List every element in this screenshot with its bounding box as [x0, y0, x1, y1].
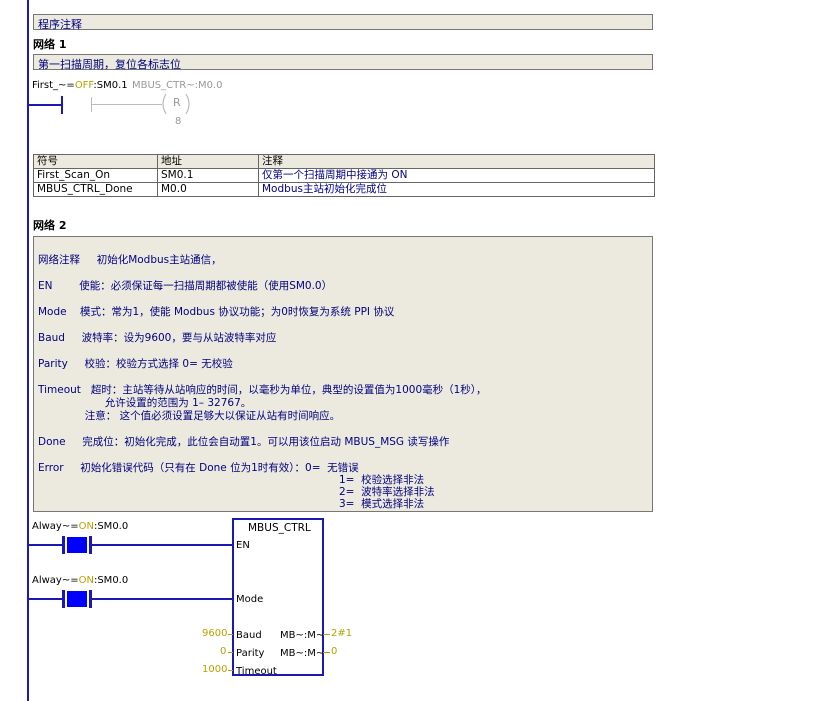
done-stub	[323, 634, 330, 635]
n2-contact2-address: :SM0.0	[93, 575, 129, 586]
n1-contact-symbol: First_~=	[32, 80, 75, 91]
out-error: MB~:M~	[280, 648, 325, 659]
n1-contact-nc-bar[interactable]	[61, 96, 63, 114]
parity-value[interactable]: 0	[220, 646, 226, 657]
n2-contact2[interactable]	[62, 590, 92, 608]
n2-contact1-operand[interactable]: Alway~=ON:SM0.0	[32, 521, 128, 532]
network-1-label[interactable]: 网络 1	[33, 36, 66, 52]
n1-coil-operand[interactable]: MBUS_CTR~:M0.0	[132, 80, 222, 91]
network-2-label[interactable]: 网络 2	[33, 217, 66, 233]
pin-mode: Mode	[236, 594, 264, 605]
table-row[interactable]: MBUS_CTRL_Done M0.0 Modbus主站初始化完成位	[33, 182, 655, 197]
pin-parity: Parity	[236, 648, 265, 659]
network-1-comment-text: 第一扫描周期，复位各标志位	[38, 58, 181, 71]
comment-col-header: 注释	[258, 154, 655, 169]
n1-coil-count: 8	[175, 116, 182, 127]
n2-rung2-wire-right	[92, 598, 233, 600]
pin-baud: Baud	[236, 630, 262, 641]
note-line: Done 完成位：初始化完成，此位会自动置1。可以用该位启动 MBUS_MSG …	[38, 436, 450, 448]
program-comment[interactable]: 程序注释	[33, 14, 653, 31]
symbol-cell: MBUS_CTRL_Done	[33, 182, 158, 197]
out-done: MB~:M~	[280, 630, 325, 641]
pin-timeout: Timeout	[236, 666, 277, 677]
baud-value[interactable]: 9600	[202, 628, 227, 639]
n2-contact1-symbol: Alway~=	[32, 521, 79, 532]
n2-rung1-wire-left	[29, 544, 63, 546]
n1-wire-stub	[91, 97, 92, 112]
n1-coil-wire	[92, 104, 162, 105]
note-line: 网络注释 初始化Modbus主站通信，	[38, 254, 222, 266]
note-line: Error 初始化错误代码（只有在 Done 位为1时有效）：0= 无错误	[38, 462, 359, 474]
block-title: MBUS_CTRL	[248, 522, 311, 534]
baud-stub	[228, 634, 233, 635]
network-1-comment[interactable]: 第一扫描周期，复位各标志位	[33, 54, 653, 71]
table-row[interactable]: First_Scan_On SM0.1 仅第一个扫描周期中接通为 ON	[33, 168, 655, 183]
n2-rung2-wire-left	[29, 598, 63, 600]
mbus-ctrl-block[interactable]: MBUS_CTRL EN Mode Baud Parity Timeout MB…	[232, 518, 325, 677]
done-value[interactable]: 2#1	[331, 628, 352, 639]
parity-stub	[228, 652, 233, 653]
address-cell: M0.0	[157, 182, 259, 197]
timeout-value[interactable]: 1000	[202, 664, 227, 675]
comment-cell: 仅第一个扫描周期中接通为 ON	[258, 168, 655, 183]
n2-rung1-wire-right	[92, 544, 233, 546]
n2-contact2-operand[interactable]: Alway~=ON:SM0.0	[32, 575, 128, 586]
symbol-col-header: 符号	[33, 154, 158, 169]
n2-contact1-state: ON	[78, 521, 94, 532]
note-line: 3= 模式选择非法	[339, 498, 425, 510]
note-line: Mode 模式：常为1，使能 Modbus 协议功能；为0时恢复为系统 PPI …	[38, 306, 395, 318]
n1-contact-address: :SM0.1	[93, 80, 128, 91]
comment-cell: Modbus主站初始化完成位	[258, 182, 655, 197]
pin-en: EN	[236, 540, 250, 551]
note-line: 注意： 这个值必须设置足够大以保证从站有时间响应。	[38, 410, 341, 422]
n1-contact-state: OFF	[74, 80, 94, 91]
n1-reset-coil[interactable]: R	[160, 92, 192, 116]
n2-contact2-state: ON	[78, 575, 94, 586]
note-line: EN 使能：必须保证每一扫描周期都被使能（使用SM0.0）	[38, 280, 333, 292]
n1-contact-operand[interactable]: First_~=OFF:SM0.1	[32, 80, 128, 91]
error-value[interactable]: 0	[331, 646, 337, 657]
symbol-table-header-row: 符号 地址 注释	[33, 154, 655, 169]
address-cell: SM0.1	[157, 168, 259, 183]
n2-contact1[interactable]	[62, 536, 92, 554]
n1-coil-type: R	[173, 96, 181, 109]
timeout-stub	[228, 670, 233, 671]
note-line: Parity 校验：校验方式选择 0= 无校验	[38, 358, 233, 370]
symbol-cell: First_Scan_On	[33, 168, 158, 183]
address-col-header: 地址	[157, 154, 259, 169]
network-2-comment[interactable]: 网络注释 初始化Modbus主站通信， EN 使能：必须保证每一扫描周期都被使能…	[33, 236, 653, 512]
n2-contact1-address: :SM0.0	[93, 521, 129, 532]
error-stub	[323, 652, 330, 653]
program-comment-text: 程序注释	[38, 18, 82, 31]
note-line: Baud 波特率：设为9600，要与从站波特率对应	[38, 332, 277, 344]
n1-symbol-table: 符号 地址 注释 First_Scan_On SM0.1 仅第一个扫描周期中接通…	[33, 154, 655, 197]
n2-contact2-symbol: Alway~=	[32, 575, 79, 586]
n1-rung-wire	[29, 104, 62, 106]
